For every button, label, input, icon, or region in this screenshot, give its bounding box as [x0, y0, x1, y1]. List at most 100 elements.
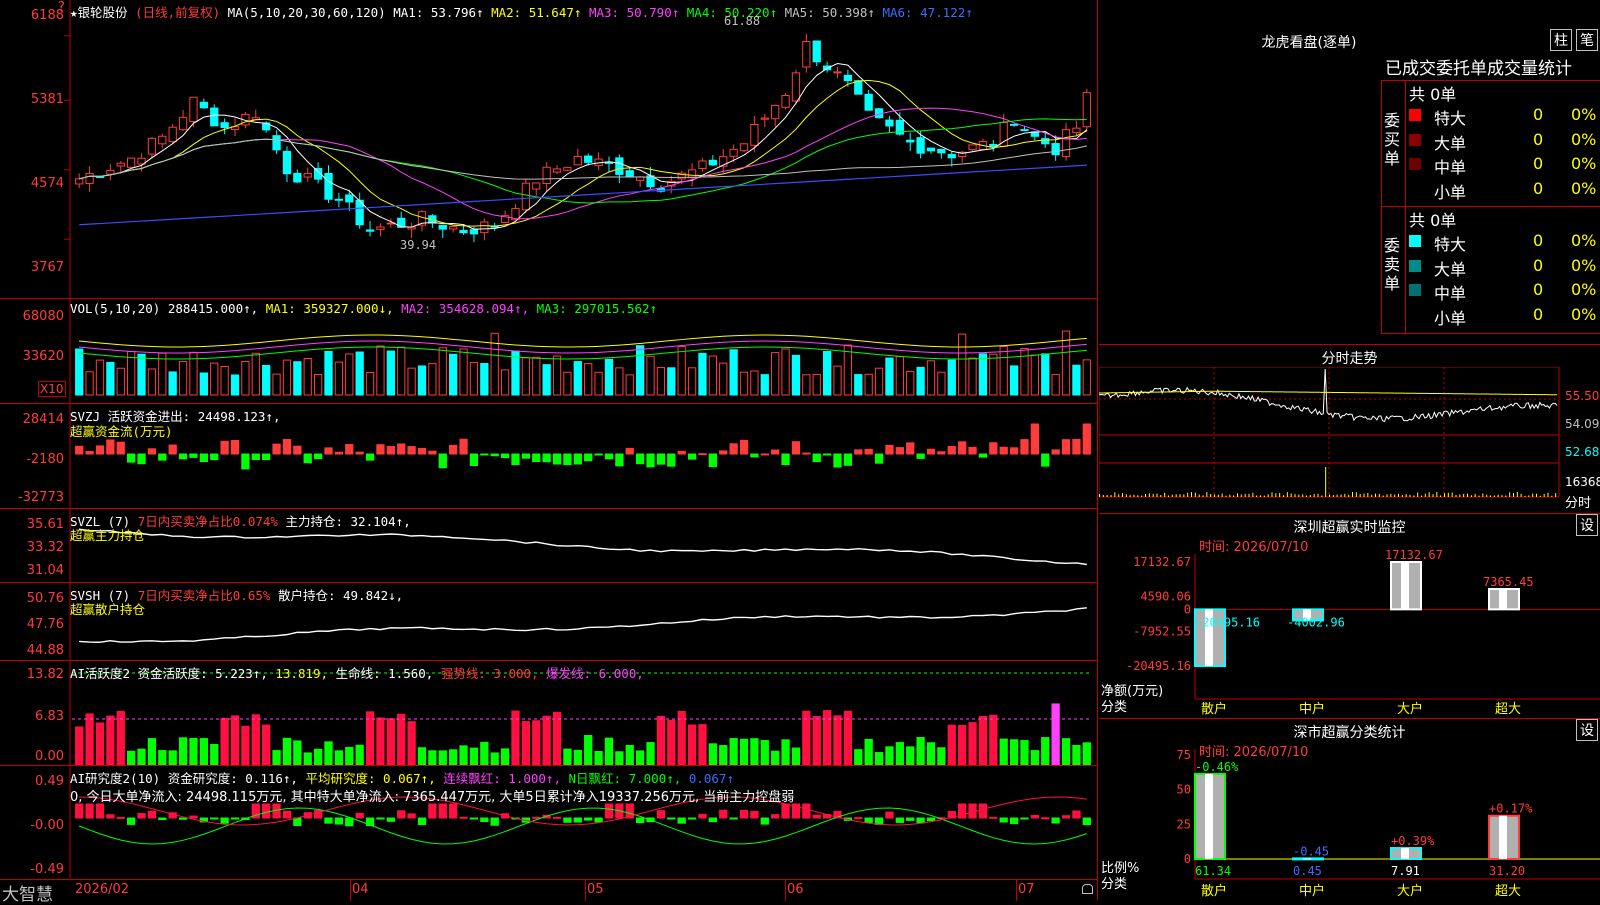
- svzj-bar: [293, 445, 302, 455]
- fenshi-volume-bar: [1421, 495, 1422, 497]
- fenshi-volume-bar: [1156, 493, 1158, 497]
- fenshi-volume-bar: [1505, 495, 1507, 497]
- fenshi-volume-bar: [1352, 492, 1353, 497]
- fenshi-volume-bar: [1551, 495, 1553, 497]
- candle-body: [116, 162, 125, 167]
- volume-panel[interactable]: VOL(5,10,20) 288415.000↑, MA1: 359327.00…: [0, 299, 1098, 404]
- volume-bar: [1072, 364, 1081, 396]
- volume-bar: [978, 353, 988, 396]
- ai1-panel[interactable]: AI活跃度2 资金活跃度: 5.223↑, 13.819, 生命线: 1.560…: [0, 661, 1098, 766]
- svzl-panel[interactable]: SVZL (7) 7日内买卖净占比0.074% 主力持仓: 32.104↑, 超…: [0, 509, 1098, 583]
- candle-body: [833, 71, 842, 74]
- ai2-bar: [417, 817, 427, 825]
- candle-body: [625, 170, 634, 178]
- svzj-bar: [168, 444, 177, 455]
- ai2-bar: [719, 809, 728, 819]
- lhb-sell-row-name: 特大: [1434, 235, 1467, 254]
- lhb-buy-row-count: 0: [1533, 178, 1544, 198]
- volume-bar: [729, 349, 738, 396]
- fenshi-volume-bar: [1194, 492, 1196, 497]
- lhb-bar-button[interactable]: 柱: [1550, 29, 1572, 51]
- ai1-bar: [449, 749, 458, 765]
- volume-bar: [178, 360, 188, 396]
- fenshi-panel[interactable]: 分时走势 55.50 54.09 52.68 16368 分时: [1099, 345, 1600, 514]
- ai1-bar: [303, 752, 312, 765]
- lhb-buy-row-percent: 0%: [1571, 178, 1597, 198]
- ai1-bar: [999, 738, 1008, 765]
- fenshi-volume-bar: [1344, 493, 1346, 497]
- svsh-panel[interactable]: SVSH (7) 7日内买卖净占比0.65% 散户持仓: 49.842↓, 超赢…: [0, 583, 1098, 661]
- ai1-bar: [750, 738, 759, 765]
- svzj-panel[interactable]: SVZJ 活跃资金进出: 24498.123↑, 超赢资金流(万元) 28414…: [0, 404, 1098, 509]
- svzj-bar: [189, 453, 198, 458]
- ai1-bar: [210, 744, 219, 765]
- szc-axis-label: 75: [1177, 748, 1191, 762]
- ai1-bar: [1082, 742, 1091, 765]
- svsh-main: 散户持仓: 49.842↓,: [277, 588, 404, 603]
- volume-bar: [480, 362, 489, 396]
- svzj-bar: [552, 453, 562, 465]
- ai2-bar: [864, 817, 873, 823]
- svzj-bar: [874, 453, 884, 464]
- volume-bar: [937, 371, 946, 396]
- volume-bar: [230, 374, 240, 396]
- ai1-bar: [500, 748, 510, 765]
- sz-monitor-panel[interactable]: 深圳超赢实时监控 设 时间: 2026/07/10 17132.67 4590.0…: [1099, 514, 1600, 719]
- fenshi-svg[interactable]: [1099, 367, 1600, 511]
- candle-body: [552, 168, 562, 173]
- fenshi-volume-bar: [1286, 492, 1288, 497]
- stock-title[interactable]: ★银轮股份: [70, 5, 128, 20]
- svzj-bar: [85, 451, 94, 455]
- ai1-bar: [428, 750, 437, 765]
- svzj-bar: [210, 453, 219, 461]
- ai2-bar: [1072, 810, 1081, 819]
- lhb-buy-row-count: 0: [1533, 105, 1544, 124]
- sz-class-panel[interactable]: 深市超赢分类统计 设 时间: 2026/07/10 75 50 25 0 -0.46% 6…: [1099, 719, 1600, 900]
- svzj-bar: [158, 453, 167, 461]
- candle-body: [147, 137, 157, 155]
- ai1-bar: [158, 750, 167, 765]
- kline-panel[interactable]: ★银轮股份 (日线,前复权) MA(5,10,20,30,60,120) MA1…: [0, 0, 1098, 299]
- ai2-bar: [262, 803, 271, 819]
- ai1-bar: [480, 741, 489, 765]
- fenshi-volume-bar: [1424, 493, 1426, 497]
- fenshi-volume-bar: [1348, 494, 1350, 497]
- lhb-buy-row-name: 大单: [1434, 133, 1467, 153]
- fenshi-volume-bar: [1516, 492, 1518, 497]
- lock-icon[interactable]: [1082, 884, 1093, 894]
- ai1-bar: [417, 747, 427, 765]
- ai1-bar: [833, 715, 842, 765]
- fenshi-volume-bar: [1110, 494, 1112, 497]
- ai2-p4: N日飘红: 7.000↑,: [568, 771, 682, 786]
- szm-ylabel-2: 分类: [1101, 700, 1128, 715]
- fenshi-volume-bar: [1382, 495, 1384, 497]
- szc-category-label: 散户: [1201, 883, 1227, 899]
- svzj-bar: [137, 453, 146, 465]
- kline-axis-3: 3767: [30, 260, 64, 275]
- volume-bar: [397, 346, 406, 396]
- svzj-bar: [604, 453, 614, 460]
- svzj-bar: [708, 453, 717, 468]
- ai1-bar: [1051, 703, 1060, 765]
- svzj-bar: [199, 453, 208, 463]
- lhb-sell-row-swatch: [1409, 235, 1421, 247]
- lhb-buy-row-swatch: [1409, 158, 1421, 170]
- fenshi-volume-bar: [1252, 492, 1254, 497]
- kline-svg[interactable]: [0, 0, 1098, 298]
- lhb-buy-row-percent: 0%: [1571, 154, 1597, 173]
- lhb-buy-row-percent: 0%: [1571, 129, 1597, 149]
- ma2-label: MA2: 51.647↑: [491, 5, 582, 20]
- lhb-tick-button[interactable]: 笔: [1576, 29, 1598, 51]
- ai1-bar: [137, 748, 146, 765]
- ai1-bar: [1009, 739, 1019, 765]
- fenshi-axis-3: 16368: [1565, 475, 1600, 489]
- candle-body: [210, 107, 219, 127]
- svzj-bar: [760, 453, 769, 456]
- fenshi-volume-bar: [1263, 495, 1265, 497]
- lhb-buy-row-swatch: [1409, 133, 1421, 146]
- ai2-panel[interactable]: AI研究度2(10) 资金研究度: 0.116↑, 平均研究度: 0.067↑,…: [0, 766, 1098, 878]
- ai2-bar: [85, 803, 94, 819]
- ai1-head: AI活跃度2: [70, 666, 131, 681]
- ai2-bar: [750, 810, 759, 819]
- ai2-bar: [874, 817, 884, 825]
